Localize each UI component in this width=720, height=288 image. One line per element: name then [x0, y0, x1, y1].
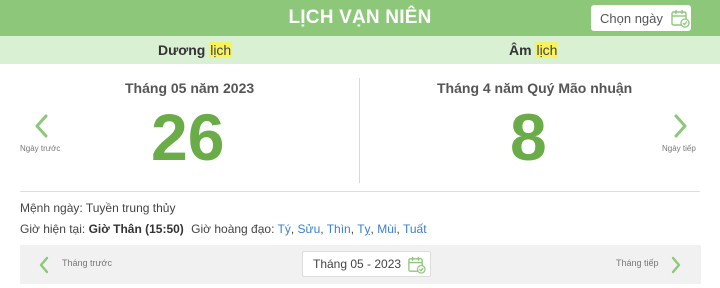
calendar-check-icon [408, 256, 426, 274]
month-picker-button[interactable]: Tháng 05 - 2023 [302, 251, 431, 277]
lucky-hour-link[interactable]: Mùi [377, 222, 396, 236]
next-month-chevron-icon[interactable] [670, 256, 682, 274]
choose-date-button[interactable]: Chọn ngày [591, 5, 691, 31]
lucky-hour-link[interactable]: Tuất [403, 222, 427, 236]
choose-date-label: Chọn ngày [600, 10, 663, 26]
prev-day-link[interactable]: Ngày trước [20, 144, 60, 153]
solar-heading-word: Dương [158, 42, 206, 58]
calendar-check-icon [671, 10, 690, 28]
solar-month-label: Tháng 05 năm 2023 [125, 80, 255, 96]
day-element-value: Tuyền trung thủy [85, 201, 176, 215]
solar-day-number: 26 [151, 100, 225, 174]
lucky-hour-link[interactable]: Tý [278, 222, 291, 236]
day-element-line: Mệnh ngày: Tuyền trung thủy [20, 201, 175, 215]
calendar-type-bar: Dương lịch Âm lịch [0, 36, 720, 64]
lunar-heading-word: Âm [509, 42, 532, 58]
next-month-link[interactable]: Tháng tiếp [616, 258, 659, 268]
lunar-month-label: Tháng 4 năm Quý Mão nhuận [437, 80, 633, 96]
next-day-chevron-icon[interactable] [672, 114, 688, 138]
horizontal-divider [20, 191, 700, 192]
day-element-label: Mệnh ngày: [20, 201, 83, 215]
solar-calendar-heading: Dương lịch [158, 36, 233, 64]
prev-day-chevron-icon[interactable] [34, 114, 50, 138]
next-day-link[interactable]: Ngày tiếp [662, 144, 696, 153]
lunar-calendar-heading: Âm lịch [509, 36, 559, 64]
lucky-hour-link[interactable]: Sửu [298, 222, 321, 236]
lucky-hours-label: Giờ hoàng đạo: [191, 222, 275, 236]
hours-line: Giờ hiện tại: Giờ Thân (15:50) Giờ hoàng… [20, 222, 427, 236]
vertical-divider [359, 78, 360, 183]
current-hour-label: Giờ hiện tại: [20, 222, 86, 236]
lunar-day-number: 8 [510, 100, 547, 174]
solar-heading-highlight: lịch [209, 42, 233, 58]
lunar-heading-highlight: lịch [535, 42, 559, 58]
prev-month-chevron-icon[interactable] [38, 256, 50, 274]
lucky-hour-link[interactable]: Tỵ [357, 222, 370, 236]
lucky-hour-link[interactable]: Thìn [327, 222, 351, 236]
current-hour-value: Giờ Thân (15:50) [88, 222, 184, 236]
top-header: LỊCH VẠN NIÊN Chọn ngày [0, 0, 720, 36]
current-month-value: Tháng 05 - 2023 [313, 257, 402, 271]
prev-month-link[interactable]: Tháng trước [62, 258, 112, 268]
month-navigation-bar: Tháng trước Tháng 05 - 2023 Tháng tiếp [20, 245, 701, 284]
